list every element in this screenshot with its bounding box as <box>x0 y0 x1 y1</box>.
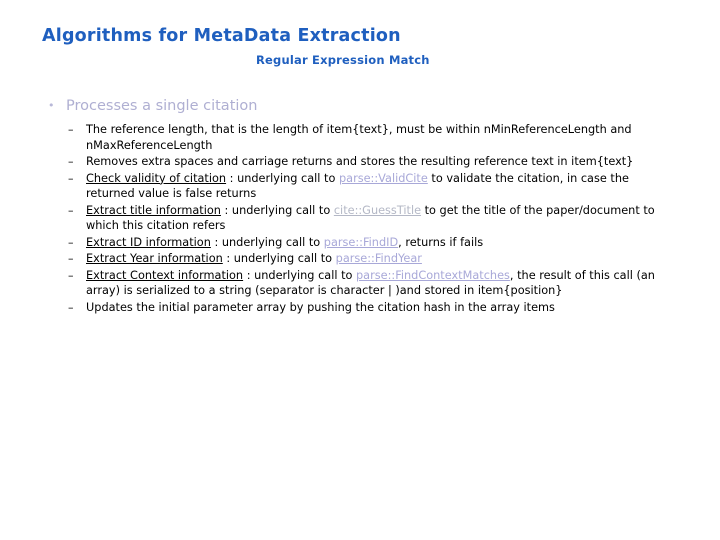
dash-bullet-icon: – <box>68 155 74 168</box>
dash-bullet-icon: – <box>68 268 74 282</box>
level2-bullet-text: Check validity of citation : underlying … <box>86 171 678 202</box>
level2-bullet-text: Extract Year information : underlying ca… <box>86 251 678 267</box>
level2-bullet-text: Updates the initial parameter array by p… <box>86 300 678 316</box>
level2-bullet-text: Extract Context information : underlying… <box>86 268 678 299</box>
level2-bullet-text: Removes extra spaces and carriage return… <box>86 154 678 170</box>
dash-bullet-icon: – <box>68 235 74 249</box>
code-link-parse-ValidCite[interactable]: parse::ValidCite <box>339 172 428 185</box>
bullet-body-text: The reference length, that is the length… <box>86 123 632 152</box>
bullet-heading: Check validity of citation <box>86 171 227 185</box>
level2-bullet-text: The reference length, that is the length… <box>86 122 678 153</box>
page-title: Algorithms for MetaData Extraction <box>42 26 401 46</box>
dash-bullet-icon: – <box>68 171 74 185</box>
code-link-parse-FindYear[interactable]: parse::FindYear <box>336 252 422 265</box>
bullet-dot-icon: • <box>48 99 55 112</box>
level2-bullet-text: Extract ID information : underlying call… <box>86 235 678 251</box>
level2-bullet-check-validity: – Check validity of citation : underlying… <box>44 171 694 202</box>
bullet-body-text: , returns if fails <box>398 235 484 249</box>
level2-bullet-extract-id: – Extract ID information : underlying cal… <box>44 235 694 251</box>
bullet-body-text: : underlying call to <box>222 252 336 265</box>
bullet-body-text: : underlying call to <box>220 203 334 217</box>
level2-bullet-reference-length: – The reference length, that is the lengt… <box>44 122 694 153</box>
dash-bullet-icon: – <box>68 300 74 314</box>
bullet-body-text: Updates the initial parameter array by p… <box>86 300 555 314</box>
level2-bullet-extract-year: – Extract Year information : underlying c… <box>44 251 694 267</box>
bullet-body-text: Removes extra spaces and carriage return… <box>86 155 634 168</box>
bullet-body-text: : underlying call to <box>243 268 357 282</box>
level2-bullet-extract-title: – Extract title information : underlying … <box>44 203 694 234</box>
bullet-heading: Extract Year information <box>86 252 223 265</box>
code-link-parse-FindID[interactable]: parse::FindID <box>324 236 398 249</box>
slide-body: • Processes a single citation – The refer… <box>44 96 694 316</box>
bullet-heading: Extract title information <box>86 203 221 217</box>
dash-bullet-icon: – <box>68 123 74 136</box>
bullet-body-text: : underlying call to <box>226 171 339 185</box>
level2-bullet-update-parameter-array: – Updates the initial parameter array by … <box>44 300 694 316</box>
level2-bullet-remove-extra-spaces: – Removes extra spaces and carriage retur… <box>44 154 694 170</box>
level1-bullet-label: Processes a single citation <box>66 98 258 114</box>
level2-bullet-text: Extract title information : underlying c… <box>86 203 678 234</box>
code-link-parse-FindContextMatches[interactable]: parse::FindContextMatches <box>356 269 510 282</box>
code-link-cite-GuessTitle[interactable]: cite::GuessTitle <box>334 204 421 217</box>
level1-bullet: • Processes a single citation <box>44 96 694 116</box>
bullet-heading: Extract ID information <box>86 235 211 249</box>
bullet-heading: Extract Context information <box>86 268 244 282</box>
level2-bullet-extract-context: – Extract Context information : underlyin… <box>44 268 694 299</box>
dash-bullet-icon: – <box>68 252 74 265</box>
dash-bullet-icon: – <box>68 203 74 217</box>
page-subtitle: Regular Expression Match <box>256 53 430 67</box>
slide: Algorithms for MetaData Extraction Regul… <box>0 0 720 540</box>
level2-bullet-list: – The reference length, that is the lengt… <box>44 122 694 315</box>
bullet-body-text: : underlying call to <box>210 235 324 249</box>
